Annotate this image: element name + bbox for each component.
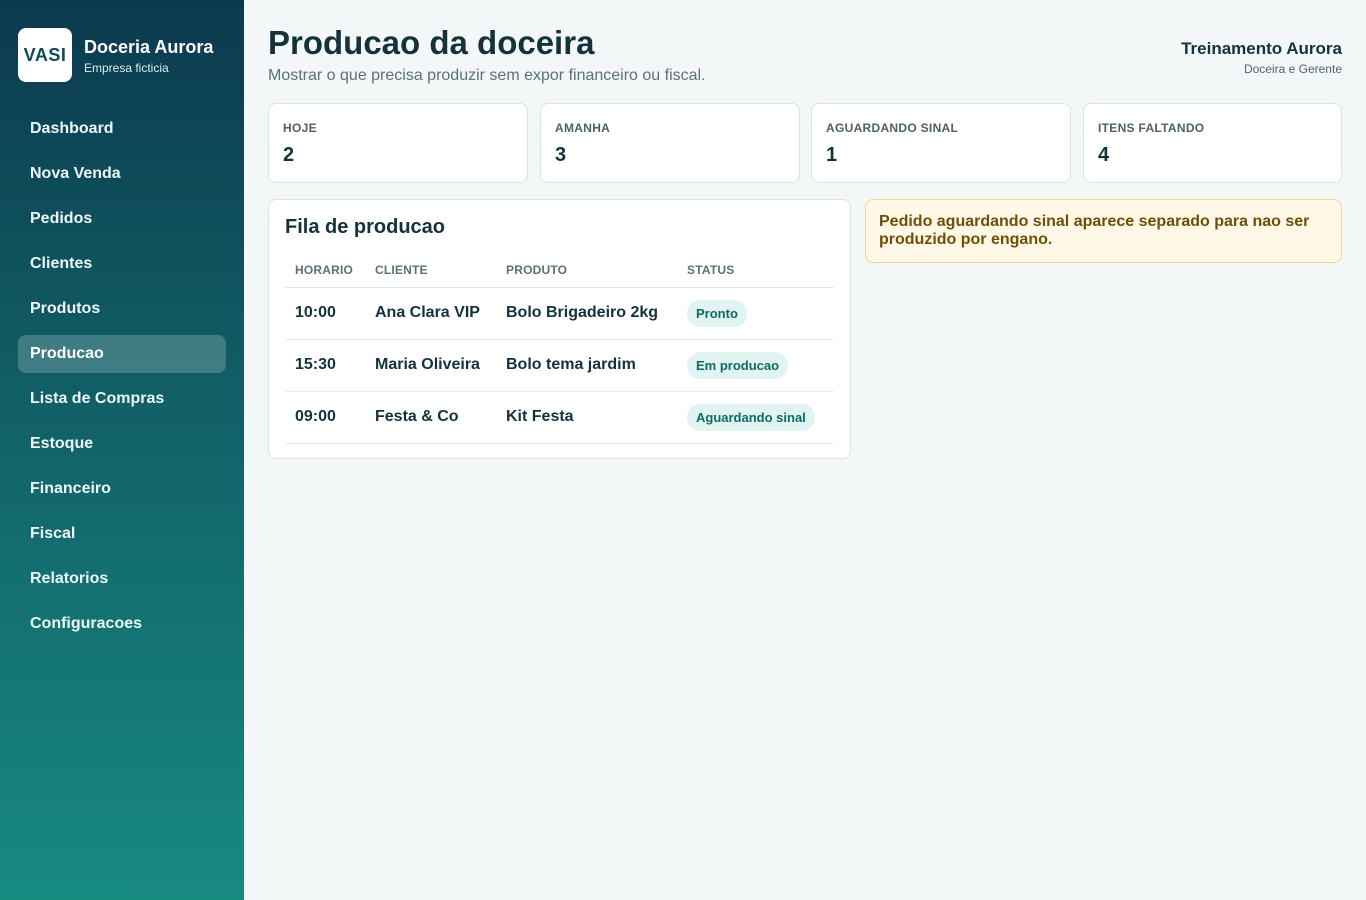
brand-text: Doceria Aurora Empresa ficticia — [84, 36, 213, 75]
column-header-status: STATUS — [677, 253, 834, 288]
sidebar-item-nova-venda[interactable]: Nova Venda — [18, 155, 226, 193]
card-label: ITENS FALTANDO — [1098, 121, 1205, 135]
cell-client: Ana Clara VIP — [365, 287, 496, 340]
card-aguardando-sinal: AGUARDANDO SINAL 1 — [811, 103, 1071, 183]
sidebar-item-fiscal[interactable]: Fiscal — [18, 515, 226, 553]
user-name: Treinamento Aurora — [1181, 39, 1342, 58]
user-role: Doceira e Gerente — [1243, 62, 1342, 76]
cell-time: 09:00 — [285, 391, 365, 444]
brand-logo: VASI — [18, 28, 72, 82]
brand: VASI Doceria Aurora Empresa ficticia — [18, 28, 213, 82]
queue-table: HORARIO CLIENTE PRODUTO STATUS 10:00 Ana… — [285, 253, 834, 444]
sidebar-item-relatorios[interactable]: Relatorios — [18, 560, 226, 598]
card-value: 2 — [283, 144, 295, 166]
table-row[interactable]: 10:00 Ana Clara VIP Bolo Brigadeiro 2kg … — [285, 287, 834, 340]
column-header-horario: HORARIO — [285, 253, 365, 288]
brand-subtitle: Empresa ficticia — [84, 60, 169, 75]
column-header-produto: PRODUTO — [496, 253, 677, 288]
card-amanha: AMANHA 3 — [540, 103, 800, 183]
table-row[interactable]: 15:30 Maria Oliveira Bolo tema jardim Em… — [285, 339, 834, 392]
status-badge: Em producao — [687, 351, 789, 379]
table-header-row: HORARIO CLIENTE PRODUTO STATUS — [285, 253, 834, 288]
table-row[interactable]: 09:00 Festa & Co Kit Festa Aguardando si… — [285, 391, 834, 444]
status-badge: Pronto — [687, 299, 747, 327]
sidebar: VASI Doceria Aurora Empresa ficticia Das… — [0, 0, 244, 900]
sidebar-item-producao[interactable]: Producao — [18, 335, 226, 373]
cell-status: Em producao — [677, 339, 834, 392]
brand-name: Doceria Aurora — [84, 36, 214, 57]
card-hoje: HOJE 2 — [268, 103, 528, 183]
cell-product: Kit Festa — [496, 391, 677, 444]
cell-time: 15:30 — [285, 339, 365, 392]
card-value: 3 — [555, 144, 567, 166]
page-title: Producao da doceira — [268, 24, 595, 61]
page-subtitle: Mostrar o que precisa produzir sem expor… — [268, 67, 706, 84]
summary-cards: HOJE 2 AMANHA 3 AGUARDANDO SINAL 1 ITENS… — [268, 103, 1342, 183]
sidebar-item-lista-de-compras[interactable]: Lista de Compras — [18, 380, 226, 418]
cell-status: Pronto — [677, 287, 834, 340]
card-value: 4 — [1098, 144, 1110, 166]
sidebar-item-dashboard[interactable]: Dashboard — [18, 110, 226, 148]
column-header-cliente: CLIENTE — [365, 253, 496, 288]
user-info: Treinamento Aurora Doceira e Gerente — [1181, 39, 1342, 76]
cell-client: Festa & Co — [365, 391, 496, 444]
card-label: AMANHA — [555, 121, 611, 135]
production-queue: Fila de producao HORARIO CLIENTE PRODUTO… — [268, 199, 851, 459]
sidebar-item-pedidos[interactable]: Pedidos — [18, 200, 226, 238]
cell-time: 10:00 — [285, 287, 365, 340]
cell-product: Bolo Brigadeiro 2kg — [496, 287, 677, 340]
queue-title: Fila de producao — [285, 216, 446, 238]
card-itens-faltando: ITENS FALTANDO 4 — [1083, 103, 1342, 183]
card-label: AGUARDANDO SINAL — [826, 121, 959, 135]
sidebar-item-produtos[interactable]: Produtos — [18, 290, 226, 328]
status-badge: Aguardando sinal — [687, 403, 815, 431]
card-value: 1 — [826, 144, 838, 166]
sidebar-item-clientes[interactable]: Clientes — [18, 245, 226, 283]
sidebar-item-configuracoes[interactable]: Configuracoes — [18, 605, 226, 643]
cell-product: Bolo tema jardim — [496, 339, 677, 392]
alert-notice: Pedido aguardando sinal aparece separado… — [865, 199, 1342, 263]
card-label: HOJE — [283, 121, 317, 135]
cell-status: Aguardando sinal — [677, 391, 834, 444]
sidebar-item-estoque[interactable]: Estoque — [18, 425, 226, 463]
sidebar-item-financeiro[interactable]: Financeiro — [18, 470, 226, 508]
cell-client: Maria Oliveira — [365, 339, 496, 392]
sidebar-nav: Dashboard Nova Venda Pedidos Clientes Pr… — [18, 110, 226, 650]
